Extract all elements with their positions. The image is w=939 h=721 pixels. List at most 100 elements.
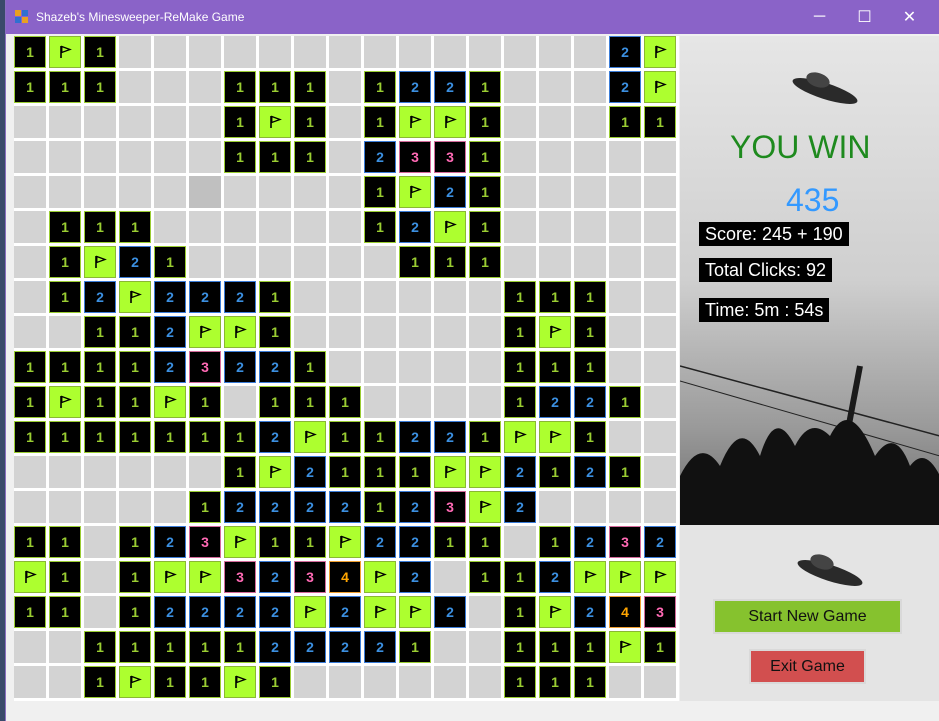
cell-unrevealed[interactable] <box>294 211 326 243</box>
cell-flag[interactable] <box>49 36 81 68</box>
cell-number-2[interactable]: 2 <box>329 596 361 628</box>
cell-number-1[interactable]: 1 <box>294 106 326 138</box>
cell-number-1[interactable]: 1 <box>364 106 396 138</box>
cell-unrevealed[interactable] <box>259 176 291 208</box>
cell-number-2[interactable]: 2 <box>224 596 256 628</box>
cell-unrevealed[interactable] <box>644 246 676 278</box>
cell-number-1[interactable]: 1 <box>434 526 466 558</box>
cell-number-1[interactable]: 1 <box>189 386 221 418</box>
cell-unrevealed[interactable] <box>539 71 571 103</box>
cell-number-2[interactable]: 2 <box>259 351 291 383</box>
cell-number-1[interactable]: 1 <box>399 456 431 488</box>
cell-number-1[interactable]: 1 <box>119 596 151 628</box>
cell-number-1[interactable]: 1 <box>224 106 256 138</box>
cell-unrevealed[interactable] <box>294 36 326 68</box>
cell-flag[interactable] <box>469 491 501 523</box>
cell-number-1[interactable]: 1 <box>49 281 81 313</box>
cell-number-2[interactable]: 2 <box>154 526 186 558</box>
cell-unrevealed[interactable] <box>329 141 361 173</box>
cell-unrevealed[interactable] <box>469 631 501 663</box>
cell-number-1[interactable]: 1 <box>574 281 606 313</box>
cell-unrevealed[interactable] <box>539 176 571 208</box>
cell-number-1[interactable]: 1 <box>329 456 361 488</box>
cell-unrevealed[interactable] <box>329 211 361 243</box>
cell-unrevealed[interactable] <box>644 386 676 418</box>
cell-number-4[interactable]: 4 <box>329 561 361 593</box>
cell-number-1[interactable]: 1 <box>364 211 396 243</box>
cell-number-1[interactable]: 1 <box>84 36 116 68</box>
cell-number-2[interactable]: 2 <box>399 526 431 558</box>
cell-unrevealed[interactable] <box>644 456 676 488</box>
cell-number-1[interactable]: 1 <box>609 106 641 138</box>
cell-unrevealed[interactable] <box>14 106 46 138</box>
cell-unrevealed[interactable] <box>399 666 431 698</box>
cell-number-1[interactable]: 1 <box>49 246 81 278</box>
cell-unrevealed[interactable] <box>539 211 571 243</box>
cell-number-1[interactable]: 1 <box>364 176 396 208</box>
cell-unrevealed[interactable] <box>609 211 641 243</box>
cell-unrevealed[interactable] <box>14 456 46 488</box>
cell-unrevealed[interactable] <box>119 106 151 138</box>
cell-number-1[interactable]: 1 <box>504 386 536 418</box>
cell-unrevealed[interactable] <box>609 351 641 383</box>
cell-unrevealed[interactable] <box>119 141 151 173</box>
cell-number-1[interactable]: 1 <box>259 71 291 103</box>
cell-number-1[interactable]: 1 <box>609 386 641 418</box>
cell-number-1[interactable]: 1 <box>49 351 81 383</box>
cell-number-1[interactable]: 1 <box>469 421 501 453</box>
cell-number-1[interactable]: 1 <box>154 246 186 278</box>
cell-number-1[interactable]: 1 <box>84 386 116 418</box>
cell-number-3[interactable]: 3 <box>224 561 256 593</box>
cell-number-1[interactable]: 1 <box>469 211 501 243</box>
cell-unrevealed[interactable] <box>469 386 501 418</box>
cell-unrevealed[interactable] <box>14 316 46 348</box>
cell-flag[interactable] <box>539 596 571 628</box>
cell-number-2[interactable]: 2 <box>364 141 396 173</box>
cell-number-3[interactable]: 3 <box>399 141 431 173</box>
cell-number-3[interactable]: 3 <box>434 491 466 523</box>
title-bar[interactable]: Shazeb's Minesweeper-ReMake Game ─ ☐ ✕ <box>6 0 939 34</box>
cell-unrevealed[interactable] <box>259 246 291 278</box>
cell-number-2[interactable]: 2 <box>154 281 186 313</box>
cell-unrevealed[interactable] <box>14 491 46 523</box>
cell-unrevealed[interactable] <box>574 211 606 243</box>
cell-unrevealed[interactable] <box>539 246 571 278</box>
cell-number-1[interactable]: 1 <box>539 351 571 383</box>
cell-flag[interactable] <box>329 526 361 558</box>
cell-unrevealed[interactable] <box>504 526 536 558</box>
cell-number-2[interactable]: 2 <box>329 631 361 663</box>
cell-number-2[interactable]: 2 <box>399 561 431 593</box>
cell-unrevealed[interactable] <box>644 316 676 348</box>
cell-number-1[interactable]: 1 <box>539 526 571 558</box>
cell-unrevealed[interactable] <box>189 211 221 243</box>
cell-number-1[interactable]: 1 <box>574 421 606 453</box>
cell-flag[interactable] <box>119 281 151 313</box>
cell-number-1[interactable]: 1 <box>294 526 326 558</box>
cell-unrevealed[interactable] <box>294 246 326 278</box>
cell-number-2[interactable]: 2 <box>609 36 641 68</box>
cell-number-1[interactable]: 1 <box>119 526 151 558</box>
cell-flag[interactable] <box>259 106 291 138</box>
start-new-game-button[interactable]: Start New Game <box>713 599 902 634</box>
cell-flag[interactable] <box>154 386 186 418</box>
cell-unrevealed[interactable] <box>189 141 221 173</box>
cell-number-1[interactable]: 1 <box>399 246 431 278</box>
cell-number-2[interactable]: 2 <box>294 456 326 488</box>
cell-unrevealed[interactable] <box>574 36 606 68</box>
cell-number-1[interactable]: 1 <box>539 456 571 488</box>
cell-number-1[interactable]: 1 <box>119 631 151 663</box>
cell-number-1[interactable]: 1 <box>294 351 326 383</box>
cell-number-1[interactable]: 1 <box>259 526 291 558</box>
cell-unrevealed[interactable] <box>49 176 81 208</box>
cell-unrevealed[interactable] <box>14 281 46 313</box>
cell-unrevealed[interactable] <box>609 316 641 348</box>
cell-number-1[interactable]: 1 <box>84 71 116 103</box>
cell-unrevealed[interactable] <box>189 246 221 278</box>
cell-number-1[interactable]: 1 <box>504 561 536 593</box>
maximize-button[interactable]: ☐ <box>842 0 887 34</box>
cell-unrevealed[interactable] <box>49 491 81 523</box>
cell-unrevealed[interactable] <box>399 316 431 348</box>
cell-number-2[interactable]: 2 <box>259 561 291 593</box>
cell-unrevealed[interactable] <box>119 456 151 488</box>
cell-number-1[interactable]: 1 <box>504 596 536 628</box>
